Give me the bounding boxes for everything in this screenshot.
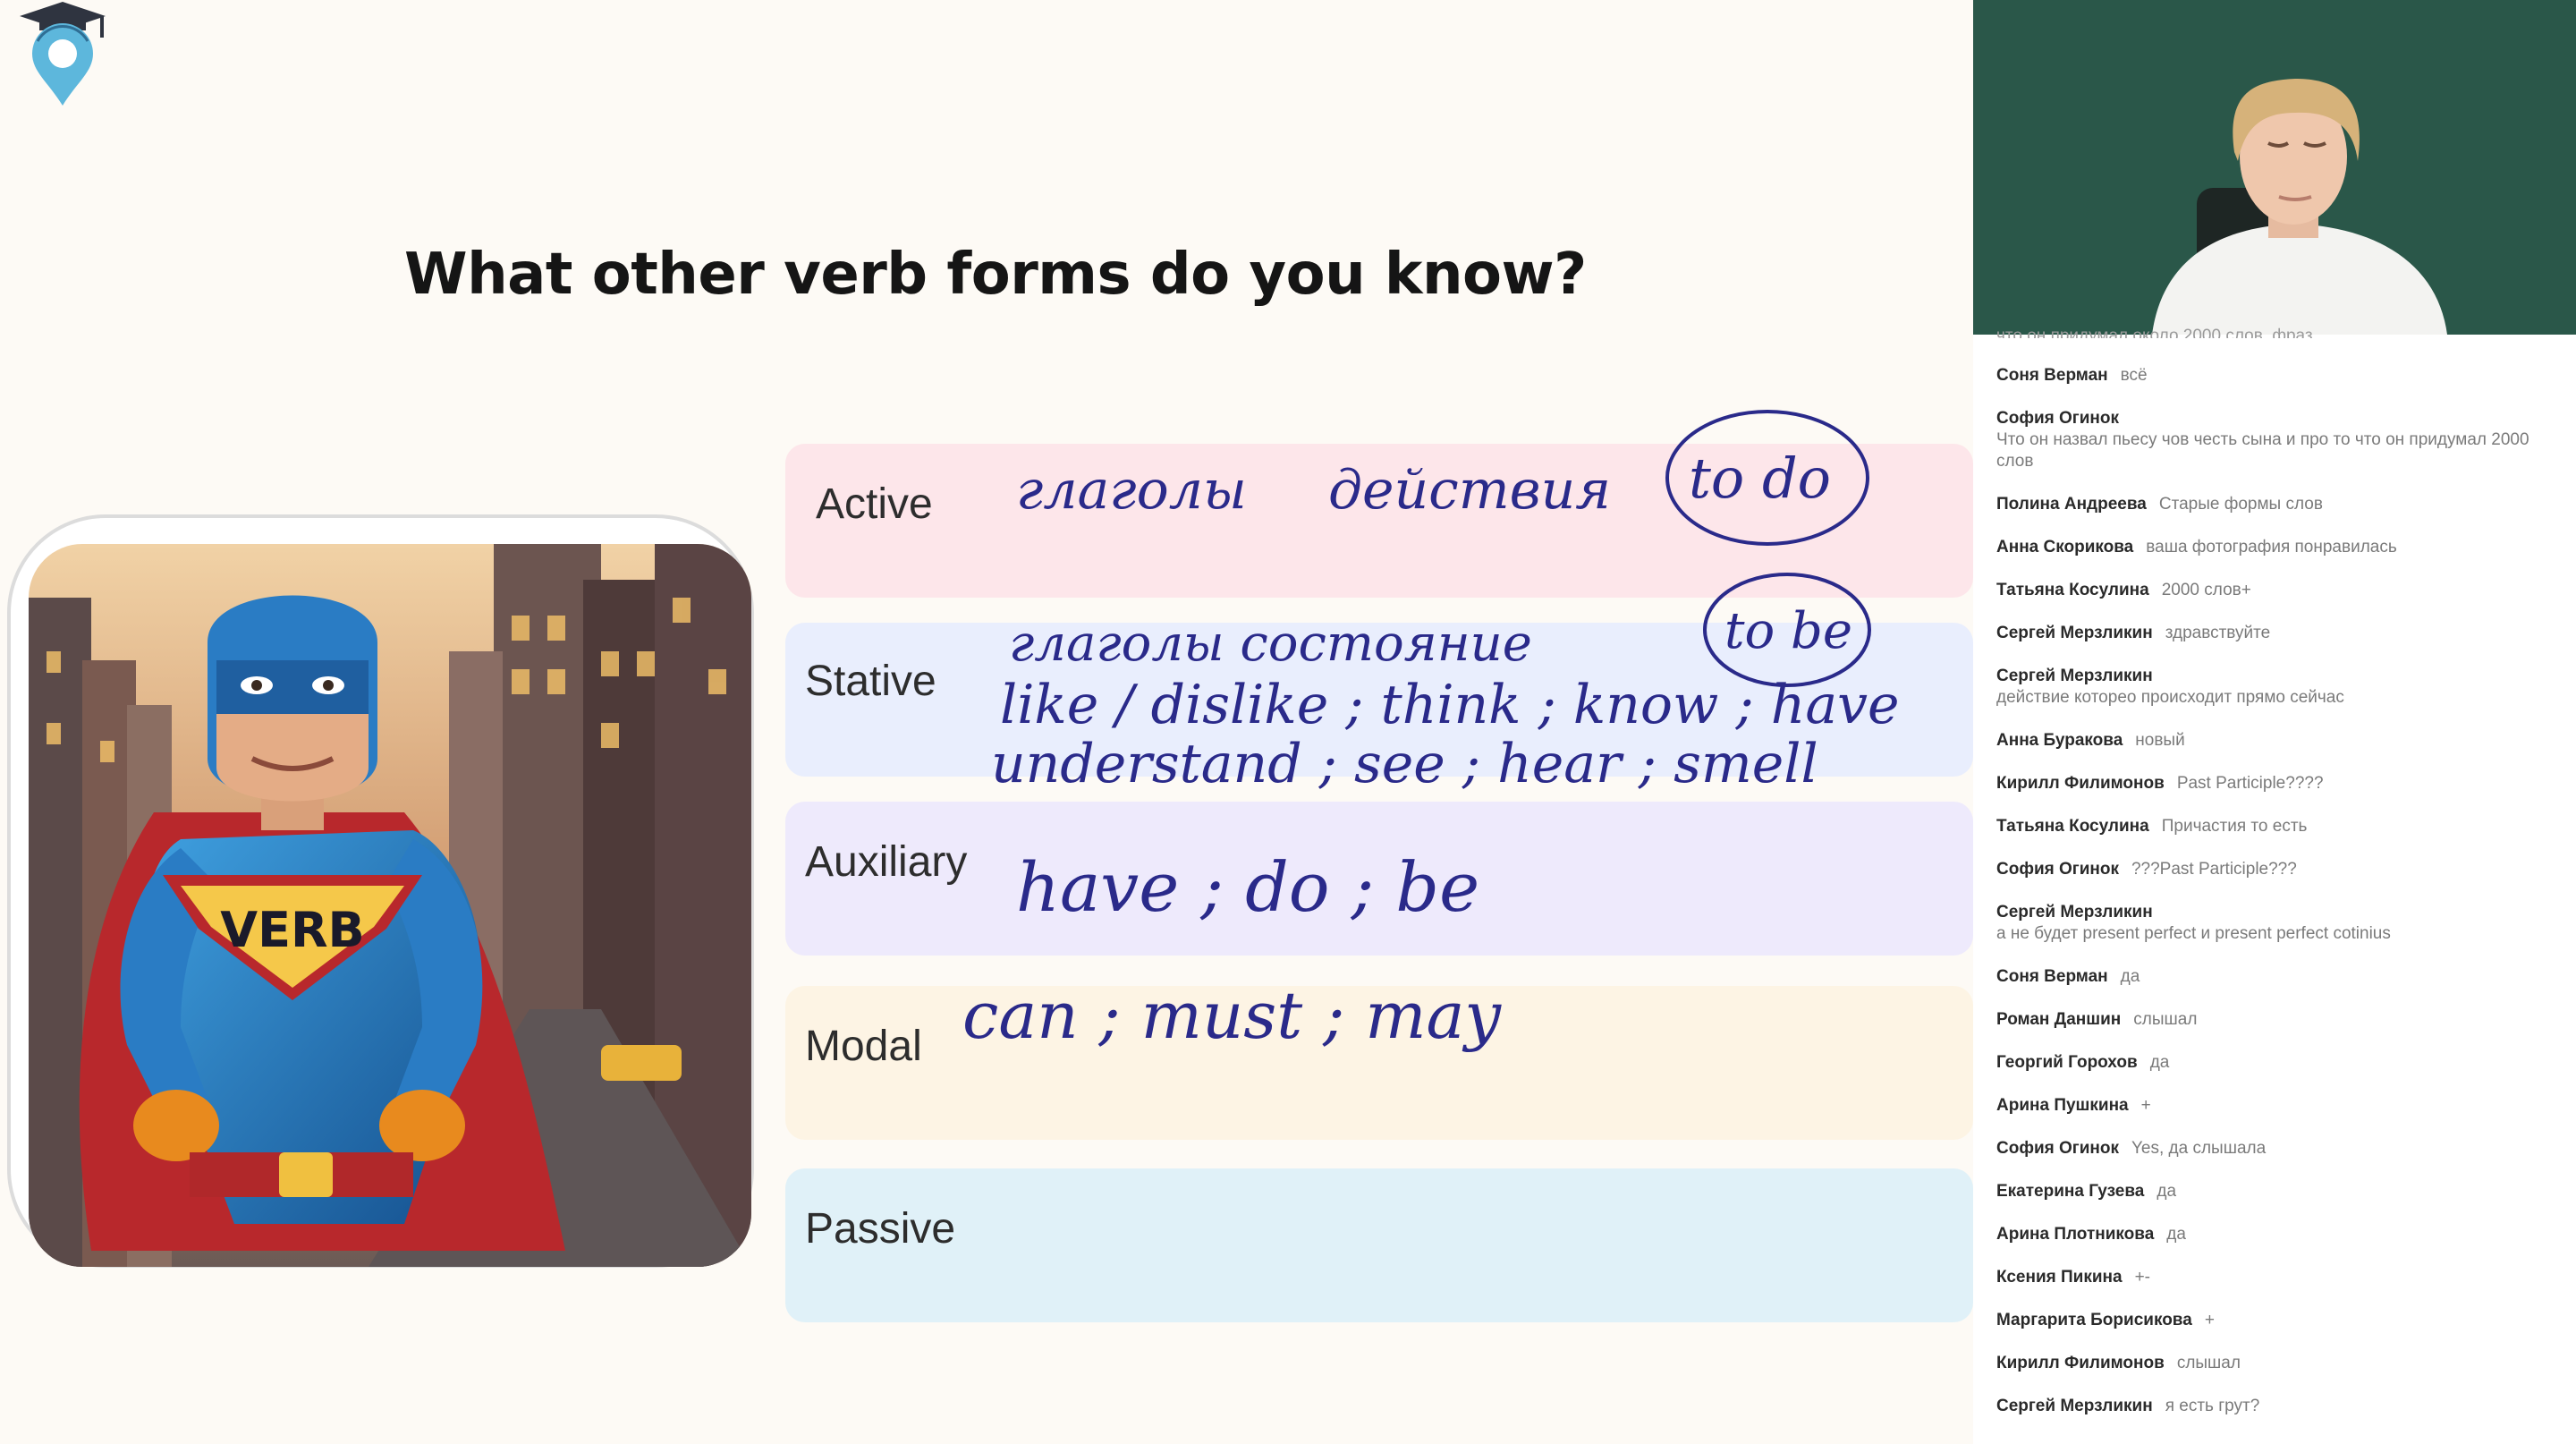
chat-message: Сергей Мерзликин действие которео происхо… <box>1996 666 2569 709</box>
chat-text: да <box>2120 967 2140 986</box>
chat-text: новый <box>2135 731 2185 750</box>
chat-text: да <box>2149 1053 2170 1072</box>
handwriting-modal: can ; must ; may <box>962 978 1502 1053</box>
chat-message: Арина Плотникова да <box>1996 1224 2569 1245</box>
chat-text: Past Participle???? <box>2176 774 2324 793</box>
chat-author: Кирилл Филимонов <box>1996 774 2165 793</box>
chat-text: ???Past Participle??? <box>2131 860 2297 879</box>
right-panel: что он придумал около 2000 слов, фраз Со… <box>1973 0 2576 1444</box>
chat-message: Кирилл Филимонов слышал <box>1996 1353 2569 1374</box>
chat-message: Георгий Горохов да <box>1996 1052 2569 1074</box>
presentation-slide: What other verb forms do you know? VERB … <box>0 0 1973 1444</box>
chat-text: слышал <box>2176 1354 2241 1372</box>
chat-message: Кирилл Филимонов Past Participle???? <box>1996 773 2569 794</box>
chat-text: Yes, да слышала <box>2131 1139 2267 1158</box>
chat-author: Сергей Мерзликин <box>1996 624 2153 642</box>
chat-message: София Огинок Yes, да слышала <box>1996 1138 2569 1159</box>
chat-message: Анна Скорикова ваша фотография понравилас… <box>1996 537 2569 558</box>
chat-author: Роман Даншин <box>1996 1010 2122 1029</box>
chat-author: Сергей Мерзликин <box>1996 903 2153 922</box>
chat-text: 2000 слов+ <box>2161 581 2251 599</box>
hw-auxiliary-1: have ; do ; be <box>1016 847 1479 927</box>
chat-author: Арина Пушкина <box>1996 1096 2129 1115</box>
chat-author: Татьяна Косулина <box>1996 581 2149 599</box>
chat-cut-line: что он придумал около 2000 слов, фраз <box>1996 327 2313 338</box>
band-passive: Passive <box>785 1168 1973 1322</box>
chat-text: да <box>2157 1182 2177 1201</box>
chat-text: Что он назвал пьесу чов честь сына и про… <box>1996 430 2529 471</box>
chat-message: Татьяна Косулина Причастия то есть <box>1996 816 2569 837</box>
chat-text: +- <box>2134 1268 2151 1287</box>
hero-badge-text: VERB <box>220 902 364 958</box>
chat-author: Екатерина Гузева <box>1996 1182 2145 1201</box>
chat-author: Маргарита Борисикова <box>1996 1311 2192 1329</box>
chat-author: Ксения Пикина <box>1996 1268 2123 1287</box>
chat-author: Полина Андреева <box>1996 495 2147 514</box>
chat-text: я есть грут? <box>2165 1397 2260 1415</box>
chat-text: Старые формы слов <box>2158 495 2323 514</box>
logo-icon <box>13 0 120 109</box>
hw-modal-1: can ; must ; may <box>962 978 1502 1053</box>
chat-author: Георгий Горохов <box>1996 1053 2138 1072</box>
chat-author: София Огинок <box>1996 409 2119 428</box>
chat-text: а не будет present perfect и present per… <box>1996 924 2391 943</box>
chat-message: Сергей Мерзликин а не будет present perfe… <box>1996 902 2569 945</box>
chat-author: Соня Верман <box>1996 967 2108 986</box>
chat-message: София Огинок ???Past Participle??? <box>1996 859 2569 880</box>
chat-message: Екатерина Гузева да <box>1996 1181 2569 1202</box>
hw-stative-1: глаголы состояние <box>1009 615 1532 673</box>
hw-active-1: глаголы <box>1016 459 1247 522</box>
chat-text: + <box>2140 1096 2151 1115</box>
chat-author: Арина Плотникова <box>1996 1225 2155 1244</box>
chat-author: София Огинок <box>1996 1139 2119 1158</box>
speaker-video[interactable] <box>1973 0 2576 335</box>
chat-text: всё <box>2120 366 2148 385</box>
chat-message: Маргарита Борисикова + <box>1996 1310 2569 1331</box>
chat-message: Татьяна Косулина 2000 слов+ <box>1996 580 2569 601</box>
band-label-passive: Passive <box>805 1205 956 1253</box>
chat-message: Сергей Мерзликин я есть грут? <box>1996 1396 2569 1417</box>
chat-message: Соня Верман да <box>1996 966 2569 988</box>
hw-stative-4: understand ; see ; hear ; smell <box>991 733 1818 795</box>
chat-author: Сергей Мерзликин <box>1996 1397 2153 1415</box>
chat-message: Анна Буракова новый <box>1996 730 2569 752</box>
chat-author: Кирилл Филимонов <box>1996 1354 2165 1372</box>
hw-stative-3: like / dislike ; think ; know ; have <box>1000 674 1900 736</box>
chat-message: Соня Верман всё <box>1996 365 2569 386</box>
chat-message: Полина Андреева Старые формы слов <box>1996 494 2569 515</box>
chat-author: Сергей Мерзликин <box>1996 667 2153 685</box>
chat-message: Сергей Мерзликин здравствуйте <box>1996 623 2569 644</box>
band-stative: Stative глаголы состояние to be like / d… <box>785 573 1973 795</box>
handwriting-stative: глаголы состояние to be like / dislike ;… <box>991 573 1900 795</box>
chat-message: Ксения Пикина +- <box>1996 1267 2569 1288</box>
chat-author: Соня Верман <box>1996 366 2108 385</box>
superhero-illustration: VERB <box>29 544 751 1267</box>
chat-author: Анна Буракова <box>1996 731 2123 750</box>
slide-title: What other verb forms do you know? <box>404 242 1587 308</box>
chat-message: Роман Даншин слышал <box>1996 1009 2569 1031</box>
chat-author: Татьяна Косулина <box>1996 817 2149 836</box>
chat-text: + <box>2204 1311 2215 1329</box>
chat-message: Арина Пушкина + <box>1996 1095 2569 1117</box>
chat-text: действие которео происходит прямо сейчас <box>1996 688 2344 707</box>
handwriting-auxiliary: have ; do ; be <box>1016 847 1479 927</box>
chat-text: здравствуйте <box>2165 624 2271 642</box>
chat-text: да <box>2166 1225 2186 1244</box>
hw-stative-2: to be <box>1724 602 1852 660</box>
band-modal: Modal can ; must ; may <box>785 978 1973 1140</box>
chat-text: слышал <box>2133 1010 2198 1029</box>
chat-author: София Огинок <box>1996 860 2119 879</box>
chat-author: Анна Скорикова <box>1996 538 2134 556</box>
hw-active-3: to do <box>1689 446 1831 511</box>
chat-text: Причастия то есть <box>2161 817 2308 836</box>
chat-text: ваша фотография понравилась <box>2146 538 2397 556</box>
chat-message: София Огинок Что он назвал пьесу чов чест… <box>1996 408 2569 472</box>
band-auxiliary: Auxiliary have ; do ; be <box>785 802 1973 956</box>
hw-active-2: действия <box>1328 459 1611 522</box>
